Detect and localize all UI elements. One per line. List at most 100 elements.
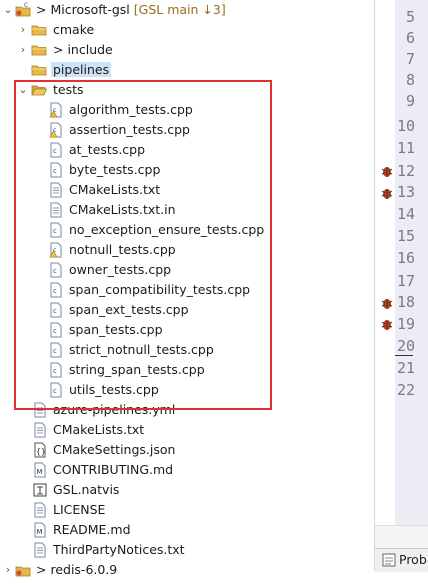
- project-name: Microsoft-gsl: [50, 2, 130, 17]
- tree-item-byte-tests-cpp[interactable]: c byte_tests.cpp: [0, 160, 374, 180]
- project-name: redis-6.0.9: [50, 562, 118, 577]
- bug-marker-icon[interactable]: [380, 317, 394, 331]
- cpp-project-icon: C: [15, 2, 31, 18]
- bug-marker-icon[interactable]: [380, 164, 394, 178]
- tree-item-label: span_ext_tests.cpp: [69, 302, 189, 317]
- folder-icon: [31, 42, 47, 58]
- svg-text:{}: {}: [36, 447, 46, 456]
- expand-arrow-icon[interactable]: ›: [17, 20, 29, 40]
- line-number: 8: [405, 71, 415, 89]
- tree-item-label: CMakeLists.txt.in: [69, 202, 176, 217]
- svg-text:c: c: [53, 227, 57, 235]
- tree-item-label: ThirdPartyNotices.txt: [53, 542, 185, 557]
- tree-item-owner-tests-cpp[interactable]: c owner_tests.cpp: [0, 260, 374, 280]
- text-file-icon: [48, 182, 64, 198]
- cpp-file-icon: c: [48, 382, 64, 398]
- tree-item-label: CMakeLists.txt: [53, 422, 145, 437]
- svg-text:c: c: [53, 267, 57, 275]
- folder-open-icon: [31, 82, 48, 98]
- cpp-project-icon: [15, 562, 31, 578]
- tree-item-at-tests-cpp[interactable]: c at_tests.cpp: [0, 140, 374, 160]
- tree-item-utils-tests-cpp[interactable]: c utils_tests.cpp: [0, 380, 374, 400]
- tree-item-cmakelists-txt[interactable]: CMakeLists.txt: [0, 180, 374, 200]
- svg-text:c: c: [53, 387, 57, 395]
- tree-item-cmake[interactable]: › cmake: [0, 20, 374, 40]
- bug-marker-icon[interactable]: [380, 186, 394, 200]
- svg-text:c: c: [53, 327, 57, 335]
- tree-item-label: notnull_tests.cpp: [69, 242, 176, 257]
- tree-item-span-compatibility-tests-cpp[interactable]: c span_compatibility_tests.cpp: [0, 280, 374, 300]
- tree-item-label: LICENSE: [53, 502, 106, 517]
- tree-item-no-exception-ensure-tests-cpp[interactable]: c no_exception_ensure_tests.cpp: [0, 220, 374, 240]
- yml-file-icon: [32, 402, 48, 418]
- tree-item-label: CMakeSettings.json: [53, 442, 176, 457]
- line-number: 9: [405, 92, 415, 110]
- project-row-redis[interactable]: › > redis-6.0.9: [0, 560, 374, 580]
- tree-item-label: owner_tests.cpp: [69, 262, 172, 277]
- tree-item-contributing-md[interactable]: M CONTRIBUTING.md: [0, 460, 374, 480]
- problems-icon: [382, 553, 396, 570]
- expand-arrow-icon[interactable]: ›: [17, 40, 29, 60]
- tree-item-cmakesettings-json[interactable]: {} CMakeSettings.json: [0, 440, 374, 460]
- git-dirty-marker: >: [53, 42, 68, 57]
- line-number: 10: [396, 117, 415, 135]
- tree-item-string-span-tests-cpp[interactable]: c string_span_tests.cpp: [0, 360, 374, 380]
- tree-item-include[interactable]: › > include: [0, 40, 374, 60]
- git-dirty-marker: >: [36, 2, 51, 17]
- folder-icon: [31, 62, 47, 78]
- tree-item-label: algorithm_tests.cpp: [69, 102, 193, 117]
- tree-item-notnull-tests-cpp[interactable]: c notnull_tests.cpp: [0, 240, 374, 260]
- tree-item-azure-pipelines-yml[interactable]: azure-pipelines.yml: [0, 400, 374, 420]
- tree-item-thirdpartynotices-txt[interactable]: ThirdPartyNotices.txt: [0, 540, 374, 560]
- line-number: 21: [396, 359, 415, 377]
- tree-item-license[interactable]: LICENSE: [0, 500, 374, 520]
- text-file-icon: [32, 502, 48, 518]
- tree-item-readme-md[interactable]: M README.md: [0, 520, 374, 540]
- tree-item-label: README.md: [53, 522, 131, 537]
- project-explorer: ⌄ C > Microsoft-gsl [GSL main ↓3] › cmak…: [0, 0, 374, 577]
- cpp-file-icon: c: [48, 362, 64, 378]
- horizontal-scrollbar[interactable]: [375, 525, 428, 549]
- tree-item-label: utils_tests.cpp: [69, 382, 159, 397]
- expand-arrow-icon[interactable]: ›: [2, 560, 14, 580]
- collapse-arrow-icon[interactable]: ⌄: [2, 0, 14, 20]
- tree-item-assertion-tests-cpp[interactable]: c assertion_tests.cpp: [0, 120, 374, 140]
- svg-text:c: c: [53, 367, 57, 375]
- json-file-icon: {}: [32, 442, 48, 458]
- svg-text:c: c: [53, 347, 57, 355]
- git-branch-info: [GSL main ↓3]: [133, 2, 226, 17]
- problems-tab[interactable]: Prob: [375, 548, 428, 572]
- current-line-underline: [395, 355, 413, 356]
- tree-item-cmakelists-txt-in[interactable]: CMakeLists.txt.in: [0, 200, 374, 220]
- line-number: 5: [405, 8, 415, 26]
- line-number: 15: [396, 227, 415, 245]
- cpp-file-icon: c: [48, 222, 64, 238]
- svg-text:C: C: [24, 2, 28, 9]
- tree-item-strict-notnull-tests-cpp[interactable]: c strict_notnull_tests.cpp: [0, 340, 374, 360]
- tree-item-pipelines[interactable]: pipelines: [0, 60, 374, 80]
- line-number: 20: [396, 337, 415, 355]
- tree-item-gsl-natvis[interactable]: GSL.natvis: [0, 480, 374, 500]
- tree-item-label: CONTRIBUTING.md: [53, 462, 174, 477]
- tree-item-algorithm-tests-cpp[interactable]: c algorithm_tests.cpp: [0, 100, 374, 120]
- tree-item-span-ext-tests-cpp[interactable]: c span_ext_tests.cpp: [0, 300, 374, 320]
- cpp-file-icon: c: [48, 142, 64, 158]
- tree-item-root-cmakelists-txt[interactable]: CMakeLists.txt: [0, 420, 374, 440]
- tree-item-label: at_tests.cpp: [69, 142, 146, 157]
- tree-item-label: span_compatibility_tests.cpp: [69, 282, 251, 297]
- folder-icon: [31, 22, 47, 38]
- tree-item-span-tests-cpp[interactable]: c span_tests.cpp: [0, 320, 374, 340]
- project-row-microsoft-gsl[interactable]: ⌄ C > Microsoft-gsl [GSL main ↓3]: [0, 0, 374, 20]
- svg-text:c: c: [53, 147, 57, 155]
- cpp-file-icon: c: [48, 162, 64, 178]
- cpp-file-icon: c: [48, 322, 64, 338]
- tree-item-tests[interactable]: ⌄ tests: [0, 80, 374, 100]
- natvis-file-icon: [32, 482, 48, 498]
- bug-marker-icon[interactable]: [380, 296, 394, 310]
- cpp-file-icon: c: [48, 262, 64, 278]
- text-file-icon: [32, 422, 48, 438]
- collapse-arrow-icon[interactable]: ⌄: [17, 80, 29, 100]
- tree-item-label: pipelines: [51, 62, 112, 77]
- line-number: 7: [405, 50, 415, 68]
- git-dirty-marker: >: [36, 562, 51, 577]
